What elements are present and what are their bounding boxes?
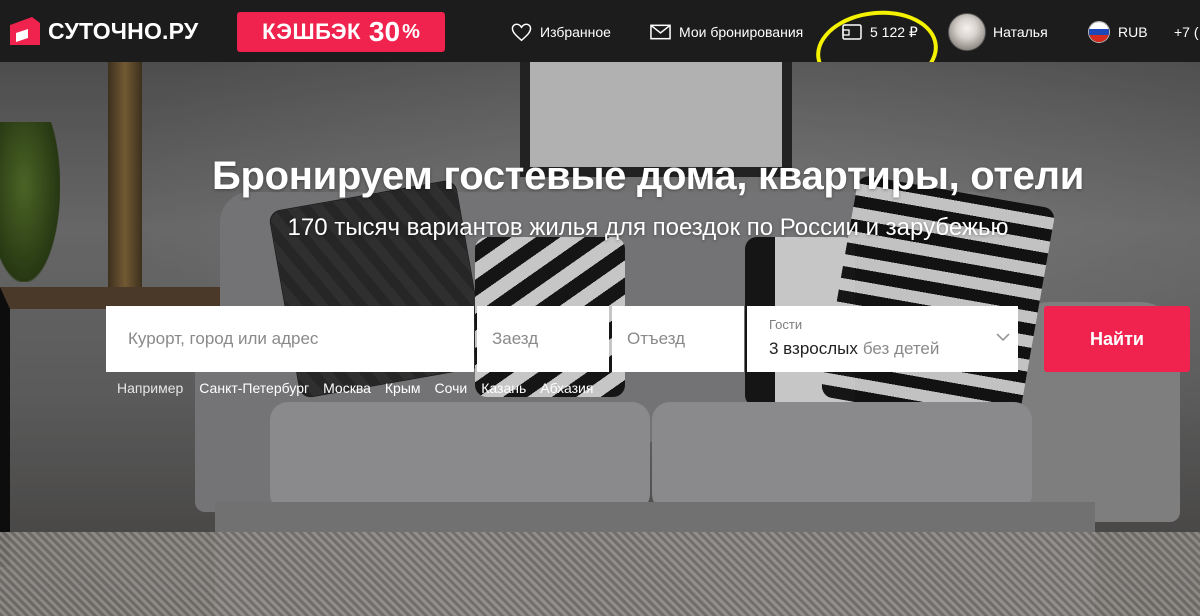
nav-balance[interactable]: 5 122 ₽ xyxy=(842,18,918,46)
examples-label: Например xyxy=(117,380,184,396)
cashback-number: 30 xyxy=(368,16,401,47)
example-city-link[interactable]: Москва xyxy=(323,380,371,396)
hero-subtitle: 170 тысяч вариантов жилья для поездок по… xyxy=(287,214,1009,241)
nav-my-bookings[interactable]: Мои бронирования xyxy=(650,18,803,46)
phone-text: +7 ( xyxy=(1174,24,1199,40)
nav-favorites-label: Избранное xyxy=(540,24,611,40)
search-button[interactable]: Найти xyxy=(1044,306,1190,372)
example-city-link[interactable]: Сочи xyxy=(435,380,468,396)
site-logo[interactable]: СУТОЧНО.РУ xyxy=(8,14,198,48)
guests-adults: 3 взрослых xyxy=(769,339,858,358)
user-name: Наталья xyxy=(993,24,1048,40)
chevron-down-icon xyxy=(996,333,1010,342)
example-city-link[interactable]: Казань xyxy=(481,380,526,396)
checkin-field[interactable] xyxy=(477,306,609,372)
guests-label: Гости xyxy=(769,317,803,332)
checkout-field[interactable] xyxy=(612,306,744,372)
example-city-link[interactable]: Санкт-Петербург xyxy=(199,380,309,396)
nav-favorites[interactable]: Избранное xyxy=(511,18,611,46)
checkout-input[interactable] xyxy=(627,329,744,349)
example-city-link[interactable]: Крым xyxy=(385,380,421,396)
top-navbar: СУТОЧНО.РУ КЭШБЭК 30 % Избранное Мои бро… xyxy=(0,0,1200,62)
logo-icon xyxy=(10,17,40,45)
logo-text: СУТОЧНО.РУ xyxy=(48,17,199,44)
wallet-icon xyxy=(842,24,862,40)
balance-amount: 5 122 ₽ xyxy=(870,23,918,40)
destination-input[interactable] xyxy=(128,329,474,349)
hero-section: Бронируем гостевые дома, квартиры, отели… xyxy=(0,62,1200,616)
example-city-link[interactable]: Абхазия xyxy=(540,380,593,396)
heart-icon xyxy=(511,23,532,41)
currency-selector[interactable]: RUB xyxy=(1088,18,1148,46)
avatar xyxy=(948,13,986,51)
nav-user-menu[interactable]: Наталья xyxy=(948,13,1048,51)
currency-code: RUB xyxy=(1118,24,1148,40)
envelope-icon xyxy=(650,24,671,40)
guests-value: 3 взрослых без детей xyxy=(769,339,939,359)
checkin-input[interactable] xyxy=(492,329,609,349)
russia-flag-icon xyxy=(1088,21,1110,43)
example-destinations: Например Санкт-Петербург Москва Крым Соч… xyxy=(117,380,607,396)
cashback-banner[interactable]: КЭШБЭК 30 % xyxy=(237,12,445,52)
guests-dropdown[interactable]: Гости 3 взрослых без детей xyxy=(747,306,1018,372)
nav-bookings-label: Мои бронирования xyxy=(679,24,804,40)
hero-title: Бронируем гостевые дома, квартиры, отели xyxy=(212,154,1084,198)
cashback-label: КЭШБЭК xyxy=(262,19,361,44)
cashback-percent: % xyxy=(402,20,420,43)
phone-number[interactable]: +7 ( xyxy=(1174,18,1199,46)
guests-children: без детей xyxy=(862,339,940,358)
destination-field[interactable] xyxy=(106,306,474,372)
